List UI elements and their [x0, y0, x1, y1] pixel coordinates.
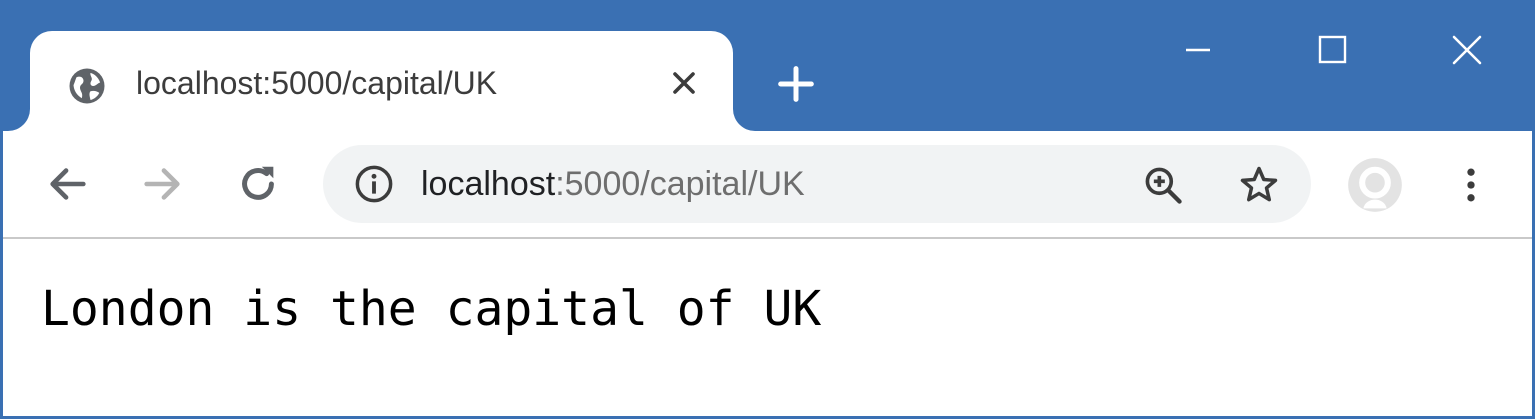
info-icon[interactable]	[353, 163, 395, 205]
zoom-in-icon[interactable]	[1141, 163, 1185, 207]
vertical-dots-menu-icon[interactable]	[1449, 163, 1493, 207]
address-bar[interactable]: localhost:5000/capital/UK	[323, 145, 1311, 223]
minimize-icon[interactable]	[1168, 25, 1228, 75]
tab-strip: localhost:5000/capital/UK	[3, 3, 1532, 131]
url-path: :5000/capital/UK	[555, 165, 805, 203]
tab-active[interactable]: localhost:5000/capital/UK	[30, 31, 733, 131]
tab-title: localhost:5000/capital/UK	[136, 65, 498, 101]
toolbar: localhost:5000/capital/UK	[3, 131, 1532, 239]
window-close-icon[interactable]	[1437, 25, 1497, 75]
page-body-text: London is the capital of UK	[41, 281, 822, 337]
new-tab-plus-icon[interactable]	[773, 61, 819, 107]
avatar[interactable]	[1347, 157, 1403, 213]
page-content: London is the capital of UK	[3, 239, 1532, 416]
tab-close-icon[interactable]	[666, 65, 702, 101]
bookmark-star-icon[interactable]	[1237, 163, 1281, 207]
globe-icon	[69, 68, 105, 104]
url-host: localhost	[421, 165, 556, 203]
forward-arrow-icon	[144, 168, 180, 200]
reload-icon[interactable]	[235, 161, 281, 207]
browser-window: localhost:5000/capital/UK localhost:5000…	[0, 0, 1535, 419]
back-arrow-icon[interactable]	[45, 161, 91, 207]
maximize-icon[interactable]	[1303, 25, 1363, 75]
url-text[interactable]: localhost:5000/capital/UK	[421, 161, 805, 207]
